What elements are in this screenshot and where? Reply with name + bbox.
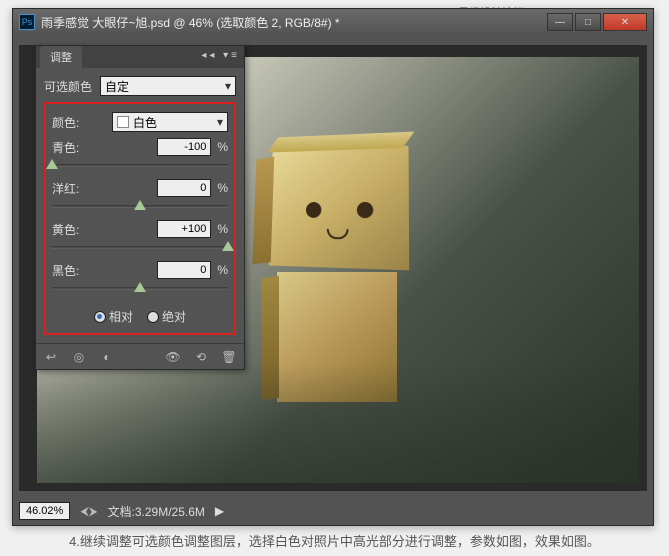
clip-icon[interactable]: ◐ — [98, 349, 116, 365]
panel-menu-icon[interactable]: ◂◂ ▾≡ — [201, 50, 240, 61]
app-icon: Ps — [19, 14, 35, 30]
color-label: 颜色: — [52, 114, 108, 131]
cyan-slider[interactable] — [52, 159, 228, 173]
cyan-input[interactable] — [157, 138, 211, 156]
statusbar: 46.02% ⮜⮞ 文档:3.29M/25.6M ▶ — [13, 497, 653, 525]
radio-relative[interactable]: 相对 — [94, 308, 133, 325]
document-title: 雨季感觉 大眼仔~旭.psd @ 46% (选取颜色 2, RGB/8#) * — [41, 14, 547, 31]
minimize-button[interactable]: — — [547, 13, 573, 31]
scroll-icon[interactable]: ⮜⮞ — [80, 504, 97, 519]
preset-select[interactable]: 自定 — [100, 76, 236, 96]
magenta-input[interactable] — [157, 179, 211, 197]
maximize-button[interactable]: □ — [575, 13, 601, 31]
slider-cyan: 青色:% — [52, 138, 228, 173]
reset-icon[interactable]: ⟲ — [192, 349, 210, 365]
trash-icon[interactable]: 🗑 — [220, 349, 238, 365]
caption-text: 4.继续调整可选颜色调整图层，选择白色对照片中高光部分进行调整，参数如图，效果如… — [0, 531, 669, 550]
target-icon[interactable]: ◎ — [70, 349, 88, 365]
preset-label: 可选颜色 — [44, 78, 100, 95]
highlight-box: 颜色: 白色 青色:% 洋红:% 黄色:% — [44, 102, 236, 335]
close-button[interactable]: ✕ — [603, 13, 647, 31]
slider-magenta: 洋红:% — [52, 179, 228, 214]
panel-footer: ↩ ◎ ◐ 👁 ⟲ 🗑 — [36, 343, 244, 369]
photoshop-window: Ps 雨季感觉 大眼仔~旭.psd @ 46% (选取颜色 2, RGB/8#)… — [12, 8, 654, 526]
info-arrow-icon[interactable]: ▶ — [215, 504, 224, 518]
yellow-slider[interactable] — [52, 241, 228, 255]
back-icon[interactable]: ↩ — [42, 349, 60, 365]
radio-absolute[interactable]: 绝对 — [147, 308, 186, 325]
slider-black: 黑色:% — [52, 261, 228, 296]
color-select[interactable]: 白色 — [112, 112, 228, 132]
tab-adjustments[interactable]: 调整 — [40, 46, 82, 68]
eye-icon[interactable]: 👁 — [164, 349, 182, 365]
magenta-slider[interactable] — [52, 200, 228, 214]
black-input[interactable] — [157, 261, 211, 279]
black-slider[interactable] — [52, 282, 228, 296]
zoom-input[interactable]: 46.02% — [19, 502, 70, 520]
titlebar: Ps 雨季感觉 大眼仔~旭.psd @ 46% (选取颜色 2, RGB/8#)… — [13, 9, 653, 35]
yellow-input[interactable] — [157, 220, 211, 238]
adjustments-panel: 调整 ◂◂ ▾≡ 可选颜色 自定 颜色: 白色 青色:% — [35, 45, 245, 370]
slider-yellow: 黄色:% — [52, 220, 228, 255]
